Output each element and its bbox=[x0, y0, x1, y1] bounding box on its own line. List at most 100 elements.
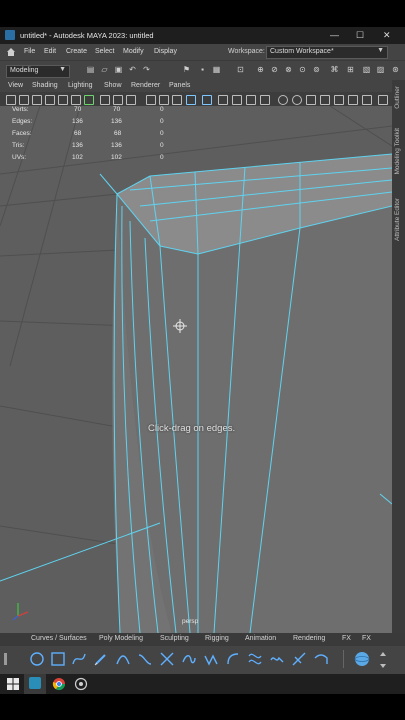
pencil-curve-icon[interactable] bbox=[94, 652, 108, 666]
lights-icon[interactable] bbox=[202, 95, 212, 105]
view-transform-icon[interactable] bbox=[362, 95, 372, 105]
render-settings-icon[interactable]: ▨ bbox=[376, 65, 385, 74]
shelf-tab-rigging[interactable]: Rigging bbox=[205, 635, 229, 646]
windows-start-icon[interactable] bbox=[6, 677, 20, 691]
ambient-occlusion-icon[interactable] bbox=[232, 95, 242, 105]
xray-joints-icon[interactable] bbox=[306, 95, 316, 105]
exposure-icon[interactable] bbox=[320, 95, 330, 105]
history-icon[interactable]: ⌘ bbox=[330, 65, 339, 74]
panel-layout-icon[interactable] bbox=[378, 95, 388, 105]
panel-menu-lighting[interactable]: Lighting bbox=[68, 82, 93, 89]
snap-view-icon[interactable]: ⊙ bbox=[298, 65, 307, 74]
undo-icon[interactable]: ↶ bbox=[128, 65, 137, 74]
select-camera-icon[interactable] bbox=[6, 95, 16, 105]
grease-pencil-icon[interactable] bbox=[71, 95, 81, 105]
menu-edit[interactable]: Edit bbox=[44, 48, 56, 55]
viewport-persp[interactable]: Verts: 70 70 0 Edges: 136 136 0 Faces: 6… bbox=[0, 106, 392, 633]
rebuild-curve-icon[interactable] bbox=[270, 652, 284, 666]
gate-mask-icon[interactable] bbox=[126, 95, 136, 105]
minimize-button[interactable]: — bbox=[330, 30, 339, 40]
arc-tool-icon[interactable] bbox=[116, 652, 130, 666]
color-management-icon[interactable] bbox=[348, 95, 358, 105]
shelf-tab-poly-modeling[interactable]: Poly Modeling bbox=[99, 635, 143, 646]
isolate-select-icon[interactable] bbox=[278, 95, 288, 105]
select-by-hierarchy-icon[interactable]: ⚑ bbox=[182, 65, 191, 74]
bookmarks-icon[interactable] bbox=[32, 95, 42, 105]
cv-curve-icon[interactable] bbox=[72, 652, 86, 666]
motion-blur-icon[interactable] bbox=[246, 95, 256, 105]
workspace-dropdown[interactable]: Custom Workspace* ▼ bbox=[266, 46, 388, 59]
panel-menu-panels[interactable]: Panels bbox=[169, 82, 190, 89]
panel-menu-view[interactable]: View bbox=[8, 82, 23, 89]
shelf-tab-fx-caching[interactable]: FX bbox=[362, 635, 371, 646]
gamma-icon[interactable] bbox=[334, 95, 344, 105]
snap-surface-icon[interactable]: ⊚ bbox=[312, 65, 321, 74]
menu-modify[interactable]: Modify bbox=[123, 48, 144, 55]
select-by-component-icon[interactable]: ▦ bbox=[212, 65, 221, 74]
panel-menu-renderer[interactable]: Renderer bbox=[131, 82, 160, 89]
menu-file[interactable]: File bbox=[24, 48, 35, 55]
snap-curve-icon[interactable]: ⊘ bbox=[270, 65, 279, 74]
nurbs-circle-icon[interactable] bbox=[30, 652, 44, 666]
shelf-tab-bar: Curves / Surfaces Poly Modeling Sculptin… bbox=[0, 633, 405, 647]
smooth-shade-icon[interactable] bbox=[159, 95, 169, 105]
detach-curves-icon[interactable] bbox=[182, 652, 196, 666]
tab-outliner[interactable]: Outliner bbox=[394, 86, 401, 109]
wireframe-icon[interactable] bbox=[146, 95, 156, 105]
panel-menu-show[interactable]: Show bbox=[104, 82, 122, 89]
hypershade-icon[interactable]: ⊛ bbox=[391, 65, 400, 74]
home-icon[interactable] bbox=[6, 47, 16, 57]
open-scene-icon[interactable]: ▱ bbox=[100, 65, 109, 74]
menu-set-dropdown[interactable]: Modeling ▼ bbox=[6, 65, 70, 78]
snap-grid-icon[interactable]: ⊕ bbox=[256, 65, 265, 74]
menu-display[interactable]: Display bbox=[154, 48, 177, 55]
nurbs-sphere-icon[interactable] bbox=[354, 651, 370, 667]
snap-point-icon[interactable]: ⊗ bbox=[284, 65, 293, 74]
new-scene-icon[interactable]: ▤ bbox=[86, 65, 95, 74]
bezier-curve-icon[interactable] bbox=[138, 652, 152, 666]
curve-editing-icon[interactable] bbox=[314, 652, 328, 666]
shelf-tab-animation[interactable]: Animation bbox=[245, 635, 276, 646]
resolution-gate-icon[interactable] bbox=[113, 95, 123, 105]
chrome-taskbar-icon[interactable] bbox=[52, 677, 66, 691]
close-button[interactable]: ✕ bbox=[383, 30, 391, 40]
snap-toggle-icon[interactable]: ⊡ bbox=[236, 65, 245, 74]
xray-icon[interactable] bbox=[292, 95, 302, 105]
save-scene-icon[interactable]: ▣ bbox=[114, 65, 123, 74]
anti-aliasing-icon[interactable] bbox=[260, 95, 270, 105]
grid-toggle-icon[interactable] bbox=[84, 95, 94, 105]
wireframe-on-shaded-icon[interactable] bbox=[172, 95, 182, 105]
shelf-menu-icon[interactable] bbox=[3, 652, 8, 666]
insert-knot-icon[interactable] bbox=[204, 652, 218, 666]
extend-curve-icon[interactable] bbox=[226, 652, 240, 666]
app-taskbar-icon[interactable] bbox=[74, 677, 88, 691]
camera-attributes-icon[interactable] bbox=[19, 95, 29, 105]
offset-curve-icon[interactable] bbox=[248, 652, 262, 666]
attach-curves-icon[interactable] bbox=[160, 652, 174, 666]
select-by-object-icon[interactable]: ▪ bbox=[198, 65, 207, 74]
shelf-tab-sculpting[interactable]: Sculpting bbox=[160, 635, 189, 646]
menu-create[interactable]: Create bbox=[66, 48, 87, 55]
tab-modeling-toolkit[interactable]: Modeling Toolkit bbox=[394, 128, 401, 175]
tab-attribute-editor[interactable]: Attribute Editor bbox=[394, 198, 401, 241]
panel-menu-shading[interactable]: Shading bbox=[32, 82, 58, 89]
ipr-render-icon[interactable]: ▧ bbox=[362, 65, 371, 74]
redo-icon[interactable]: ↷ bbox=[142, 65, 151, 74]
image-plane-icon[interactable] bbox=[45, 95, 55, 105]
shelf-scroll-arrows[interactable] bbox=[379, 650, 387, 670]
film-gate-icon[interactable] bbox=[100, 95, 110, 105]
maximize-button[interactable]: ☐ bbox=[356, 30, 364, 40]
nurbs-square-icon[interactable] bbox=[51, 652, 65, 666]
taskbar-maya-active[interactable] bbox=[24, 674, 46, 694]
shelf-tab-rendering[interactable]: Rendering bbox=[293, 635, 325, 646]
shadows-icon[interactable] bbox=[218, 95, 228, 105]
hud-value: 136 bbox=[111, 142, 122, 149]
hud-value: 68 bbox=[74, 130, 82, 137]
shelf-tab-fx[interactable]: FX bbox=[342, 635, 351, 646]
render-frame-icon[interactable]: ⊞ bbox=[346, 65, 355, 74]
menu-select[interactable]: Select bbox=[95, 48, 114, 55]
two-d-pan-icon[interactable] bbox=[58, 95, 68, 105]
add-points-icon[interactable] bbox=[292, 652, 306, 666]
hud-value: 136 bbox=[72, 142, 83, 149]
textured-icon[interactable] bbox=[186, 95, 196, 105]
